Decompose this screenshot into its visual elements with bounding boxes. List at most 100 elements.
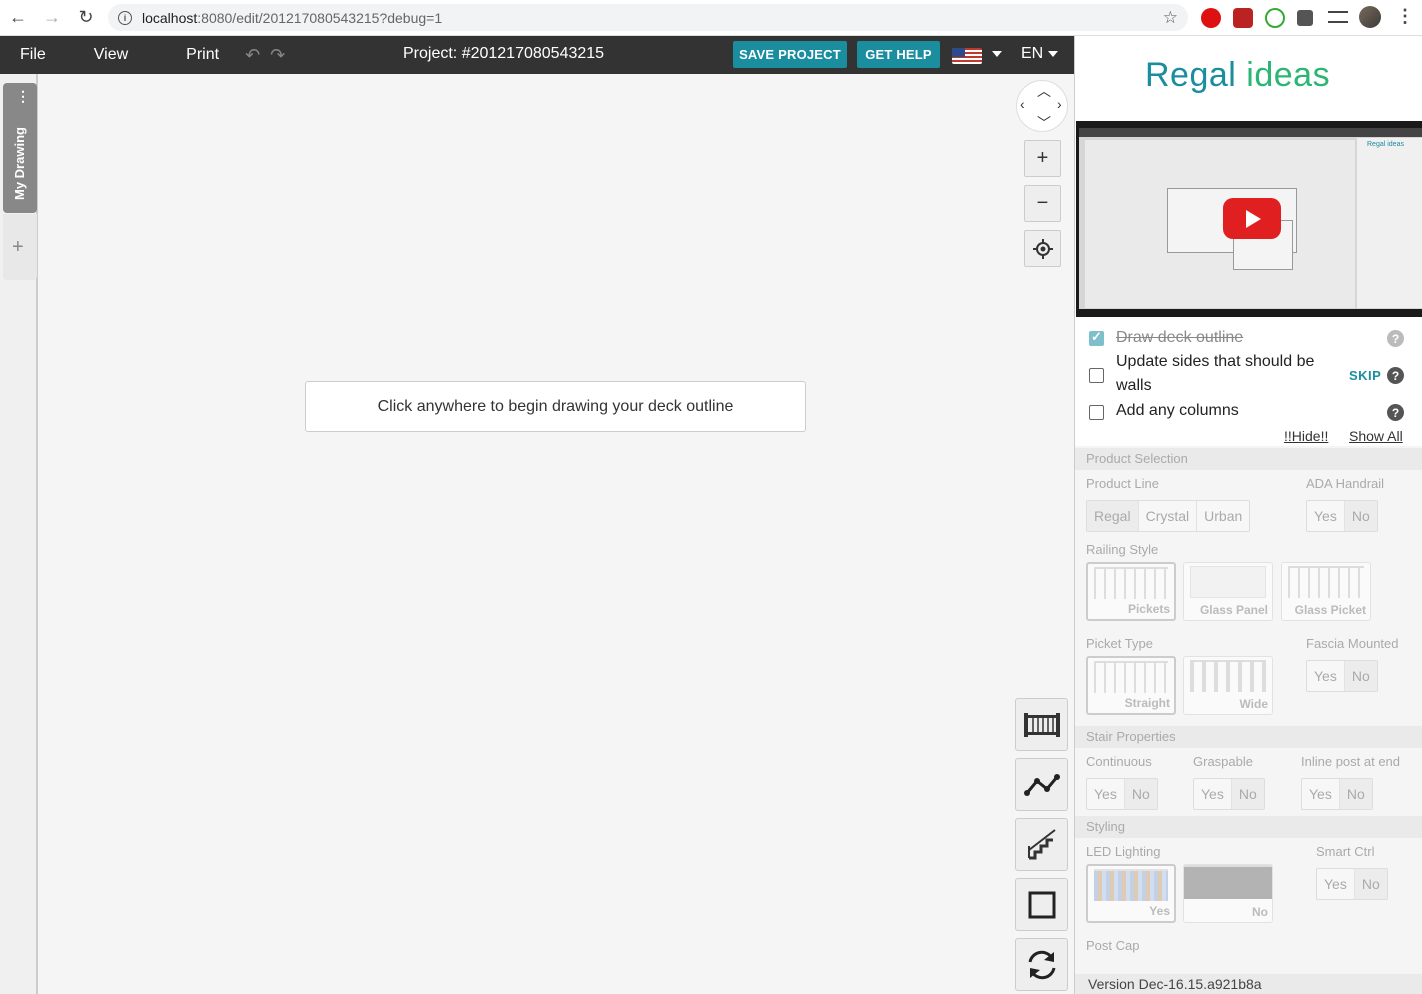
railing-icon xyxy=(1023,712,1060,737)
option-yes[interactable]: Yes xyxy=(1307,661,1345,691)
get-help-button[interactable]: GET HELP xyxy=(857,41,940,68)
pan-left-icon[interactable]: ‹ xyxy=(1020,96,1025,112)
language-select[interactable]: EN xyxy=(1021,45,1043,63)
task-checkbox-columns[interactable] xyxy=(1089,405,1104,420)
option-yes[interactable]: Yes xyxy=(1302,779,1340,809)
fascia-mounted-label: Fascia Mounted xyxy=(1306,636,1399,651)
railing-option-glass-panel[interactable]: Glass Panel xyxy=(1183,562,1273,621)
browser-toolbar: ← → ↻ i localhost:8080/edit/201217080543… xyxy=(0,0,1422,36)
led-option-yes[interactable]: Yes xyxy=(1086,864,1176,923)
play-icon[interactable] xyxy=(1223,198,1281,239)
bookmark-star-icon[interactable]: ☆ xyxy=(1163,8,1178,28)
redo-icon[interactable]: ↷ xyxy=(270,45,285,66)
option-urban[interactable]: Urban xyxy=(1197,501,1249,531)
product-line-label: Product Line xyxy=(1086,476,1159,491)
continuous-label: Continuous xyxy=(1086,754,1152,769)
stairs-tool-button[interactable] xyxy=(1015,818,1068,871)
graspable-label: Graspable xyxy=(1193,754,1253,769)
square-tool-button[interactable] xyxy=(1015,878,1068,931)
railing-option-pickets[interactable]: Pickets xyxy=(1086,562,1176,621)
option-no[interactable]: No xyxy=(1354,869,1387,899)
graspable-toggle[interactable]: Yes No xyxy=(1193,778,1265,810)
help-icon[interactable]: ? xyxy=(1387,404,1404,421)
skip-button[interactable]: SKIP xyxy=(1349,368,1381,383)
picket-option-label: Wide xyxy=(1239,697,1268,711)
menu-file[interactable]: File xyxy=(0,46,66,64)
line-tool-button[interactable] xyxy=(1015,758,1068,811)
show-all-link[interactable]: Show All xyxy=(1349,428,1403,444)
polyline-icon xyxy=(1023,773,1060,796)
picket-option-straight[interactable]: Straight xyxy=(1086,656,1176,715)
option-yes[interactable]: Yes xyxy=(1087,779,1125,809)
menu-view[interactable]: View xyxy=(66,46,148,64)
pan-down-icon[interactable]: ﹀ xyxy=(1037,113,1051,133)
regal-ideas-logo: Regal ideas xyxy=(1145,56,1330,95)
option-yes[interactable]: Yes xyxy=(1317,869,1355,899)
smart-ctrl-label: Smart Ctrl xyxy=(1316,844,1375,859)
refresh-tool-button[interactable] xyxy=(1015,938,1068,991)
zoom-in-button[interactable]: + xyxy=(1024,140,1061,177)
pan-up-icon[interactable]: ︿ xyxy=(1037,81,1051,101)
led-option-no[interactable]: No xyxy=(1183,864,1273,923)
task-draw-outline: Draw deck outline xyxy=(1116,329,1244,346)
fascia-mounted-toggle[interactable]: Yes No xyxy=(1306,660,1378,692)
sync-icon xyxy=(1028,950,1055,979)
recenter-button[interactable] xyxy=(1024,230,1061,267)
app-toolbar: File View Print ↶ ↷ Project: #2012170805… xyxy=(0,36,1074,74)
forward-icon[interactable]: → xyxy=(36,2,68,34)
hide-link[interactable]: !!Hide!! xyxy=(1284,428,1328,444)
info-icon[interactable]: i xyxy=(118,10,132,25)
browser-menu-icon[interactable]: ⋮ xyxy=(1396,6,1414,27)
smart-ctrl-toggle[interactable]: Yes No xyxy=(1316,868,1388,900)
pan-right-icon[interactable]: › xyxy=(1057,96,1062,112)
option-no[interactable]: No xyxy=(1124,779,1157,809)
pan-control[interactable]: ︿ ﹀ ‹ › xyxy=(1016,80,1068,132)
option-yes[interactable]: Yes xyxy=(1307,501,1345,531)
option-regal[interactable]: Regal xyxy=(1087,501,1139,531)
ada-handrail-toggle[interactable]: Yes No xyxy=(1306,500,1378,532)
option-no[interactable]: No xyxy=(1344,661,1377,691)
language-dropdown-caret-icon[interactable] xyxy=(1048,51,1058,57)
option-yes[interactable]: Yes xyxy=(1194,779,1232,809)
media-control-icon[interactable] xyxy=(1328,11,1348,23)
product-options: Product Selection Product Line ADA Handr… xyxy=(1075,446,1422,994)
product-line-selector[interactable]: Regal Crystal Urban xyxy=(1086,500,1251,532)
us-flag-icon[interactable] xyxy=(952,48,982,64)
inline-post-toggle[interactable]: Yes No xyxy=(1301,778,1373,810)
drawing-tabs-drawer: ⋮ My Drawing + xyxy=(0,74,38,994)
option-no[interactable]: No xyxy=(1231,779,1264,809)
extension-red-icon[interactable] xyxy=(1233,8,1253,28)
picket-option-wide[interactable]: Wide xyxy=(1183,656,1273,715)
extension-opera-icon[interactable] xyxy=(1201,8,1221,28)
zoom-out-button[interactable]: − xyxy=(1024,185,1061,222)
extensions-puzzle-icon[interactable] xyxy=(1297,10,1313,26)
railing-style-label: Railing Style xyxy=(1086,542,1159,557)
continuous-toggle[interactable]: Yes No xyxy=(1086,778,1158,810)
back-icon[interactable]: ← xyxy=(2,2,34,34)
railing-option-glass-picket[interactable]: Glass Picket xyxy=(1281,562,1371,621)
option-no[interactable]: No xyxy=(1339,779,1372,809)
railing-tool-button[interactable] xyxy=(1015,698,1068,751)
profile-avatar[interactable] xyxy=(1359,6,1381,28)
help-icon[interactable]: ? xyxy=(1387,330,1404,347)
drawing-canvas[interactable]: Click anywhere to begin drawing your dec… xyxy=(38,74,1074,994)
help-icon[interactable]: ? xyxy=(1387,367,1404,384)
save-project-button[interactable]: SAVE PROJECT xyxy=(733,41,847,68)
tab-my-drawing[interactable]: ⋮ My Drawing xyxy=(3,83,37,213)
task-checkbox-draw-outline[interactable] xyxy=(1089,329,1104,346)
extension-check-icon[interactable] xyxy=(1265,8,1285,28)
reload-icon[interactable]: ↻ xyxy=(70,2,102,34)
undo-icon[interactable]: ↶ xyxy=(245,45,260,66)
country-dropdown-caret-icon[interactable] xyxy=(992,51,1002,57)
address-bar[interactable]: i localhost:8080/edit/201217080543215?de… xyxy=(108,4,1188,31)
menu-print[interactable]: Print xyxy=(148,46,239,64)
option-crystal[interactable]: Crystal xyxy=(1139,501,1198,531)
led-lighting-label: LED Lighting xyxy=(1086,844,1161,859)
url-host: localhost xyxy=(142,9,198,26)
task-checkbox-walls[interactable] xyxy=(1089,368,1104,383)
add-drawing-button[interactable]: + xyxy=(12,236,24,259)
tab-menu-icon[interactable]: ⋮ xyxy=(16,89,30,103)
task-update-walls: Update sides that should be walls xyxy=(1116,353,1315,394)
option-no[interactable]: No xyxy=(1344,501,1377,531)
tutorial-video[interactable]: Regal ideas xyxy=(1076,121,1422,317)
